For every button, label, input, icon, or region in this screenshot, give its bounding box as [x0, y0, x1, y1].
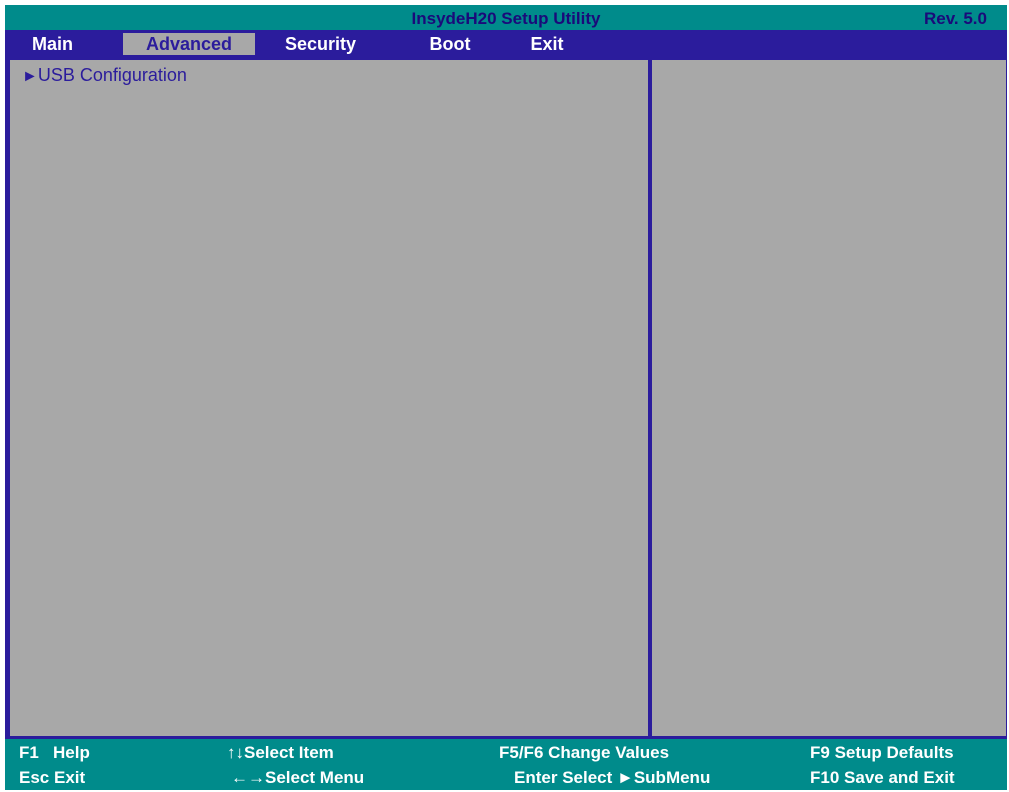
- up-down-arrows-icon: ↑↓: [227, 743, 244, 762]
- usb-configuration-label: USB Configuration: [37, 65, 187, 85]
- left-right-arrows-icon: ←→: [231, 768, 265, 787]
- change-values-hint: F5/F6 Change Values: [499, 743, 669, 763]
- tab-boot[interactable]: Boot: [415, 33, 485, 55]
- tab-exit[interactable]: Exit: [517, 33, 577, 55]
- submenu-arrow-icon: ►: [22, 68, 38, 85]
- help-desc: Help: [53, 743, 90, 762]
- f9-key: F9: [810, 743, 830, 762]
- usb-configuration-item[interactable]: ►USB Configuration: [22, 65, 187, 86]
- menu-bar: Main Advanced Security Boot Exit: [5, 30, 1007, 57]
- submenu-desc: Select ►SubMenu: [562, 768, 711, 787]
- help-panel: [652, 60, 1006, 736]
- title-bar: InsydeH20 Setup Utility Rev. 5.0: [5, 5, 1007, 30]
- f1-key: F1: [19, 743, 39, 762]
- f10-key: F10: [810, 768, 840, 787]
- exit-hint: Esc Exit: [19, 768, 85, 788]
- select-item-hint: ↑↓Select Item: [227, 743, 334, 763]
- exit-desc: Exit: [53, 768, 86, 787]
- setup-defaults-desc: Setup Defaults: [834, 743, 954, 762]
- tab-main[interactable]: Main: [15, 33, 90, 55]
- enter-key: Enter: [514, 768, 558, 787]
- save-exit-desc: Save and Exit: [844, 768, 955, 787]
- tab-advanced[interactable]: Advanced: [123, 33, 255, 55]
- revision-label: Rev. 5.0: [923, 9, 987, 28]
- tab-security[interactable]: Security: [273, 33, 368, 55]
- bios-window: InsydeH20 Setup Utility Rev. 5.0 Main Ad…: [5, 5, 1007, 790]
- save-exit-hint: F10 Save and Exit: [810, 768, 955, 788]
- change-values-desc: Change Values: [548, 743, 670, 762]
- app-title: InsydeH20 Setup Utility: [411, 9, 601, 28]
- setup-defaults-hint: F9 Setup Defaults: [810, 743, 954, 763]
- key-legend: F1 Help ↑↓Select Item F5/F6 Change Value…: [5, 739, 1007, 790]
- select-item-desc: Select Item: [244, 743, 334, 762]
- esc-key: Esc: [19, 768, 50, 787]
- f5-f6-key: F5/F6: [499, 743, 544, 762]
- submenu-hint: Enter Select ►SubMenu: [514, 768, 710, 788]
- settings-panel: ►USB Configuration: [10, 60, 648, 736]
- select-menu-desc: Select Menu: [265, 768, 365, 787]
- select-menu-hint: ←→Select Menu: [231, 768, 364, 788]
- help-hint: F1 Help: [19, 743, 90, 763]
